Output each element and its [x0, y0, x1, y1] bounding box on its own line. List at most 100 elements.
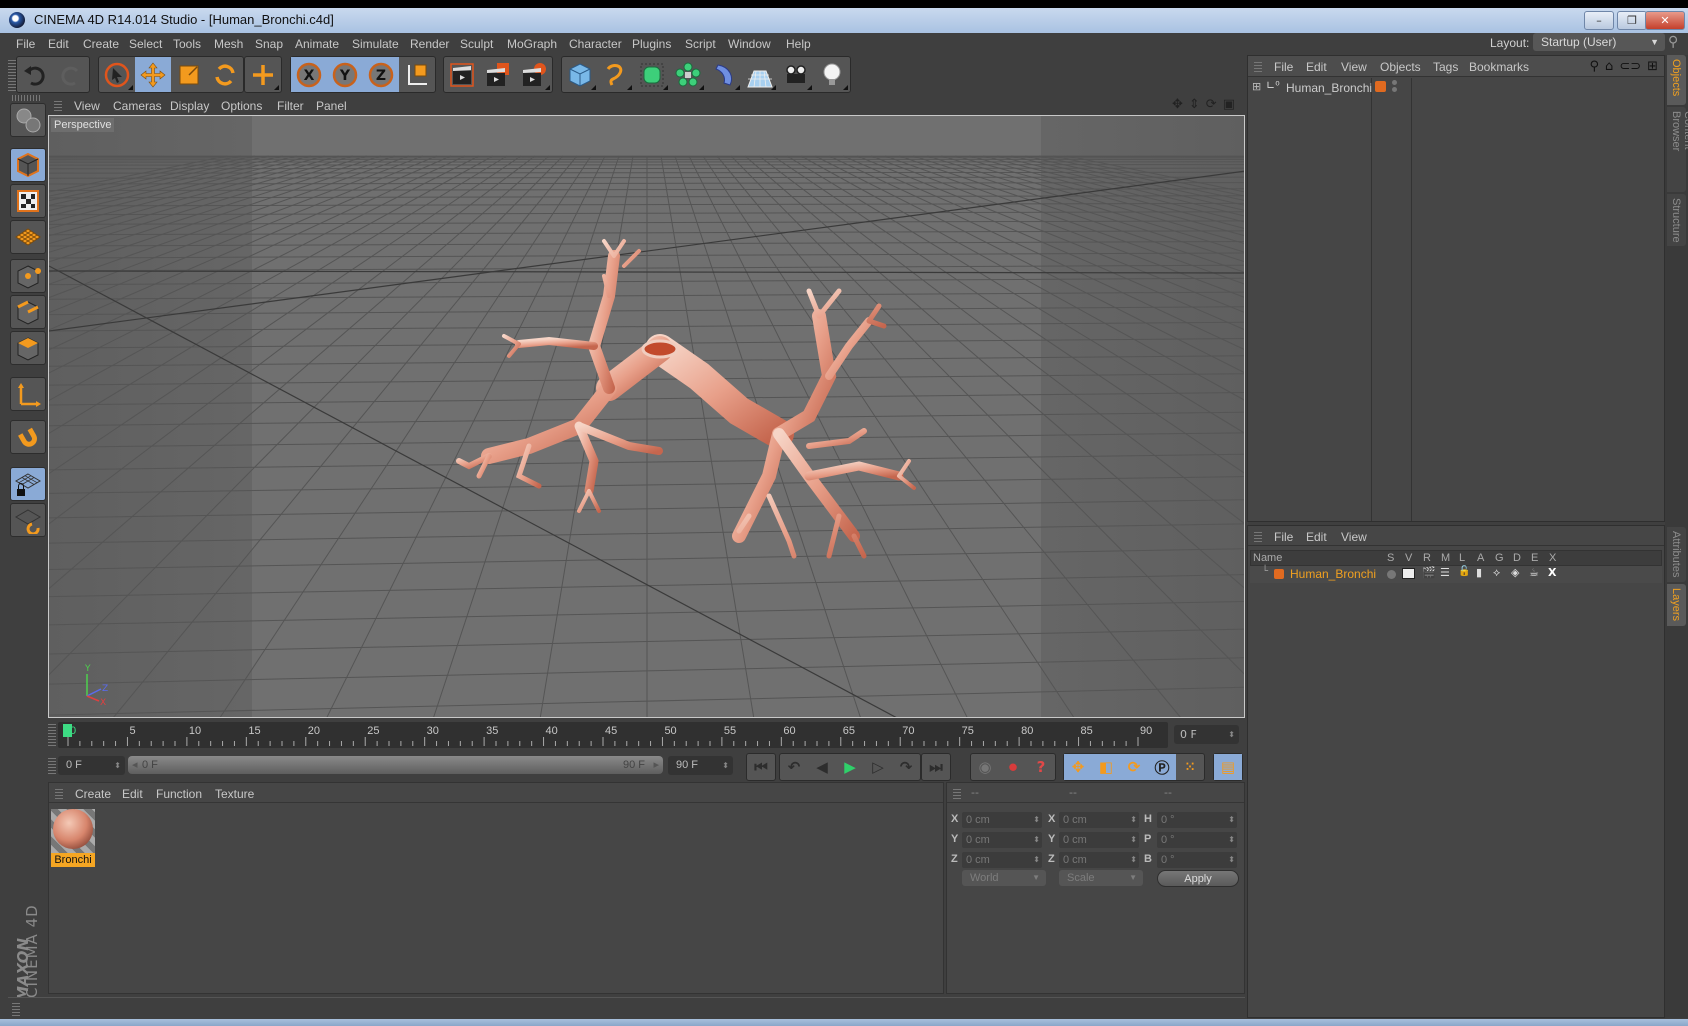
parameter-key-button[interactable]: Ⓟ [1148, 754, 1176, 780]
rot-h-field[interactable]: 0 ° ⬍ [1157, 812, 1237, 828]
next-key-button[interactable]: ↷ [892, 754, 920, 780]
viewport-menu-view[interactable]: View [74, 99, 100, 113]
layer-color-swatch[interactable] [1274, 569, 1284, 579]
material-menu-create[interactable]: Create [75, 787, 111, 801]
layer-row[interactable]: └ Human_Bronchi 🎬 ☰ 🔓 ▮ ⟡ ◈ ☕ X [1250, 566, 1662, 583]
menu-character[interactable]: Character [569, 37, 622, 51]
dolly-icon[interactable]: ⇕ [1189, 97, 1200, 112]
add-spline-button[interactable] [598, 57, 634, 92]
objects-menu-bookmarks[interactable]: Bookmarks [1469, 60, 1529, 74]
viewport-grip[interactable] [54, 99, 62, 111]
record-button[interactable]: ⏺ [999, 754, 1027, 780]
material-grip[interactable] [55, 787, 63, 799]
solo-toggle-icon[interactable] [1387, 570, 1396, 579]
pos-z-field[interactable]: 0 cm ⬍ [962, 852, 1042, 868]
layer-color-swatch[interactable] [1375, 81, 1386, 92]
range-right-arrow-icon[interactable]: ▸ [653, 756, 659, 774]
undo-button[interactable] [17, 57, 53, 92]
menu-file[interactable]: File [16, 37, 35, 51]
go-to-end-button[interactable]: ⏭ [922, 754, 950, 780]
col-view[interactable]: V [1405, 552, 1412, 564]
new-view-icon[interactable]: ⊞ [1647, 59, 1658, 74]
coordinates-grip[interactable] [953, 787, 961, 799]
spinner-icon[interactable]: ⬍ [1130, 812, 1137, 828]
col-generators[interactable]: G [1495, 552, 1504, 564]
pan-icon[interactable]: ✥ [1172, 97, 1183, 112]
rotation-key-button[interactable]: ⟳ [1120, 754, 1148, 780]
tab-objects[interactable]: Objects [1667, 55, 1686, 105]
edges-mode-button[interactable] [10, 295, 46, 329]
menu-edit[interactable]: Edit [48, 37, 69, 51]
tab-content-browser[interactable]: Content Browser [1667, 107, 1688, 192]
status-grip[interactable] [12, 1002, 20, 1016]
viewport-menu-cameras[interactable]: Cameras [113, 99, 162, 113]
view-toggle-icon[interactable] [1402, 568, 1415, 579]
prev-key-button[interactable]: ↶ [780, 754, 808, 780]
deformers-toggle-icon[interactable]: ◈ [1511, 566, 1519, 579]
perspective-viewport[interactable]: Perspective Y Z X [48, 115, 1245, 718]
menu-mesh[interactable]: Mesh [214, 37, 243, 51]
tab-layers[interactable]: Layers [1667, 584, 1686, 626]
xref-toggle-icon[interactable]: X [1548, 566, 1556, 579]
objects-menu-edit[interactable]: Edit [1306, 60, 1327, 74]
timeline-ruler[interactable]: 0 5 10 15 20 25 30 35 40 45 50 55 60 65 70 75 80 85 90 [58, 722, 1168, 748]
spinner-icon[interactable]: ⬍ [1130, 832, 1137, 848]
bronchi-model[interactable] [49, 116, 1245, 718]
move-tool-button[interactable] [135, 57, 171, 92]
menu-snap[interactable]: Snap [255, 37, 283, 51]
col-render[interactable]: R [1423, 552, 1431, 564]
objects-menu-file[interactable]: File [1274, 60, 1293, 74]
menu-create[interactable]: Create [83, 37, 119, 51]
minimize-button[interactable]: – [1584, 11, 1614, 30]
spinner-icon[interactable]: ⬍ [1033, 852, 1040, 868]
expand-icon[interactable]: ⊞ [1252, 80, 1261, 93]
restore-button[interactable]: ❐ [1617, 11, 1647, 30]
col-locked[interactable]: L [1459, 552, 1465, 564]
menu-mograph[interactable]: MoGraph [507, 37, 557, 51]
spinner-icon[interactable]: ⬍ [1033, 832, 1040, 848]
menu-plugins[interactable]: Plugins [632, 37, 671, 51]
search-icon[interactable]: ⚲ [1590, 59, 1600, 74]
keyframe-selection-button[interactable]: ? [1027, 754, 1055, 780]
range-left-arrow-icon[interactable]: ◂ [132, 756, 138, 774]
lock-toggle-icon[interactable]: 🔓 [1458, 566, 1470, 577]
points-mode-button[interactable] [10, 259, 46, 293]
rot-b-field[interactable]: 0 ° ⬍ [1157, 852, 1237, 868]
live-selection-button[interactable] [99, 57, 135, 92]
autokey-button[interactable]: ◉ [971, 754, 999, 780]
viewport-menu-filter[interactable]: Filter [277, 99, 304, 113]
size-mode-dropdown[interactable]: Scale ▼ [1059, 870, 1143, 886]
spinner-icon[interactable]: ⬍ [1228, 812, 1235, 828]
col-expressions[interactable]: E [1531, 552, 1538, 564]
palette-grip[interactable] [12, 95, 42, 101]
objects-menu-view[interactable]: View [1341, 60, 1367, 74]
material-menu-edit[interactable]: Edit [122, 787, 143, 801]
spinner-icon[interactable]: ⬍ [1130, 852, 1137, 868]
objects-menu-objects[interactable]: Objects [1380, 60, 1421, 74]
menu-window[interactable]: Window [728, 37, 771, 51]
spinner-icon[interactable]: ⬍ [1033, 812, 1040, 828]
object-manager-grip[interactable] [1254, 60, 1262, 72]
col-xref[interactable]: X [1549, 552, 1556, 564]
expressions-toggle-icon[interactable]: ☕ [1529, 566, 1539, 579]
layers-menu-edit[interactable]: Edit [1306, 530, 1327, 544]
controls-grip[interactable] [48, 756, 56, 774]
col-deformers[interactable]: D [1513, 552, 1521, 564]
add-deformer-button[interactable] [706, 57, 742, 92]
rotate-tool-button[interactable] [207, 57, 243, 92]
orbit-icon[interactable]: ⟳ [1206, 97, 1217, 112]
menu-tools[interactable]: Tools [173, 37, 201, 51]
maximize-view-icon[interactable]: ▣ [1223, 97, 1235, 112]
go-to-start-button[interactable]: ⏮ [747, 754, 775, 780]
home-icon[interactable]: ⌂ [1605, 59, 1613, 74]
polygons-mode-button[interactable] [10, 331, 46, 365]
link-icon[interactable]: ⊂⊃ [1619, 59, 1641, 74]
material-menu-texture[interactable]: Texture [215, 787, 254, 801]
spinner-icon[interactable]: ⬍ [1228, 832, 1235, 848]
x-axis-lock-button[interactable]: X [291, 57, 327, 92]
menu-select[interactable]: Select [129, 37, 162, 51]
y-axis-lock-button[interactable]: Y [327, 57, 363, 92]
add-generator-button[interactable] [634, 57, 670, 92]
menu-script[interactable]: Script [685, 37, 716, 51]
snap-button[interactable] [10, 420, 46, 454]
